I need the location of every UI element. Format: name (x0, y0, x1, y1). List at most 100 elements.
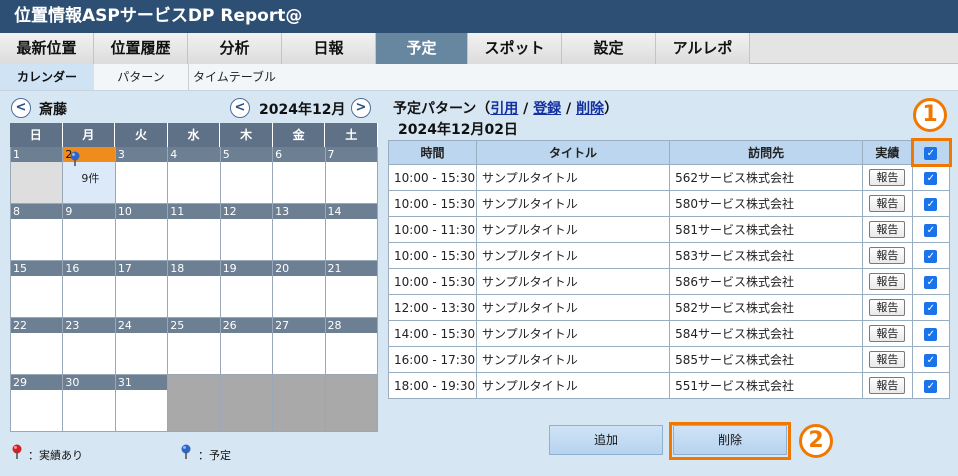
row-time: 12:00 - 13:30 (387, 294, 478, 321)
tab-alrepo[interactable]: アルレポ (656, 33, 750, 64)
pattern-prefix: 予定パターン（ (393, 101, 491, 117)
delete-link[interactable]: 削除 (576, 101, 604, 117)
calendar-day[interactable]: 14 (325, 204, 378, 261)
pattern-title: 予定パターン（引用 / 登録 / 削除） (393, 98, 618, 118)
calendar-day[interactable]: 29 (10, 375, 64, 432)
subtab-pattern[interactable]: パターン (94, 64, 188, 90)
calendar-day[interactable]: 7 (325, 147, 378, 204)
calendar-day[interactable]: 10 (115, 204, 169, 261)
tab-schedule[interactable]: 予定 (376, 33, 468, 64)
weekday-wed: 水 (167, 123, 221, 147)
calendar-day[interactable]: 26 (220, 318, 274, 375)
calendar-day[interactable]: 19 (220, 261, 274, 318)
calendar-day[interactable]: 13 (273, 204, 326, 261)
prev-user-button[interactable]: < (11, 98, 31, 118)
calendar-day[interactable]: 24 (115, 318, 169, 375)
day-cell-events[interactable]: 9件 (63, 151, 115, 203)
day-number: 31 (115, 375, 168, 390)
calendar-day[interactable]: 20 (273, 261, 326, 318)
calendar-day-outside (168, 375, 221, 432)
prev-month-button[interactable]: < (230, 98, 250, 118)
tab-settings[interactable]: 設定 (562, 33, 656, 64)
row-place: 551サービス株式会社 (669, 372, 864, 399)
row-title: サンプルタイトル (476, 164, 671, 191)
row-time: 10:00 - 15:30 (387, 242, 478, 269)
row-select: ✓ (911, 372, 951, 399)
report-button[interactable]: 報告 (869, 351, 906, 368)
day-number: 6 (273, 147, 325, 162)
tab-spot[interactable]: スポット (468, 33, 562, 64)
annotation-marker-2: 2 (799, 424, 833, 458)
report-button[interactable]: 報告 (869, 325, 906, 342)
report-button[interactable]: 報告 (869, 377, 906, 394)
row-title: サンプルタイトル (476, 346, 671, 373)
register-link[interactable]: 登録 (533, 101, 561, 117)
tab-position-history[interactable]: 位置履歴 (94, 33, 188, 64)
cite-link[interactable]: 引用 (490, 101, 518, 117)
row-title: サンプルタイトル (476, 242, 671, 269)
report-button[interactable]: 報告 (869, 195, 906, 212)
row-checkbox[interactable]: ✓ (924, 327, 938, 341)
row-checkbox[interactable]: ✓ (924, 223, 938, 237)
tab-latest-position[interactable]: 最新位置 (0, 33, 94, 64)
calendar-day[interactable]: 3 (115, 147, 169, 204)
table-row: 10:00 - 15:30 サンプルタイトル 583サービス株式会社 報告 ✓ (387, 242, 951, 269)
weekday-header: 日 月 火 水 木 金 土 (10, 123, 379, 147)
subtab-calendar[interactable]: カレンダー (0, 64, 94, 90)
day-number: 25 (168, 318, 220, 333)
calendar-day[interactable]: 28 (325, 318, 378, 375)
calendar-day[interactable]: 5 (220, 147, 274, 204)
subtab-timetable[interactable]: タイムテーブル (188, 64, 280, 90)
main-nav: 最新位置 位置履歴 分析 日報 予定 スポット 設定 アルレポ (0, 33, 958, 64)
day-number: 5 (220, 147, 273, 162)
event-count: 9件 (81, 172, 100, 185)
row-checkbox[interactable]: ✓ (924, 249, 938, 263)
calendar-day[interactable]: 12 (220, 204, 274, 261)
table-row: 10:00 - 11:30 サンプルタイトル 581サービス株式会社 報告 ✓ (387, 216, 951, 243)
report-button[interactable]: 報告 (869, 273, 906, 290)
calendar-day[interactable]: 17 (115, 261, 169, 318)
legend-planned-label: ：予定 (198, 449, 231, 462)
calendar-day[interactable]: 18 (168, 261, 221, 318)
report-button[interactable]: 報告 (869, 299, 906, 316)
row-checkbox[interactable]: ✓ (924, 353, 938, 367)
calendar-day[interactable]: 16 (63, 261, 116, 318)
legend-actual-label: ：実績あり (28, 449, 83, 462)
tab-analysis[interactable]: 分析 (188, 33, 282, 64)
tab-daily-report[interactable]: 日報 (282, 33, 376, 64)
row-select: ✓ (911, 242, 951, 269)
calendar-day[interactable]: 21 (325, 261, 378, 318)
calendar-day[interactable]: 8 (10, 204, 64, 261)
report-button[interactable]: 報告 (869, 169, 906, 186)
next-month-button[interactable]: > (351, 98, 371, 118)
calendar-day[interactable]: 4 (168, 147, 221, 204)
row-select: ✓ (911, 268, 951, 295)
schedule-table: 時間 タイトル 訪問先 実績 ✓ 10:00 - 15:30 サンプルタイトル 56… (387, 140, 951, 399)
calendar-day[interactable]: 6 (273, 147, 326, 204)
row-checkbox[interactable]: ✓ (924, 379, 938, 393)
calendar-day[interactable]: 11 (168, 204, 221, 261)
calendar-day[interactable]: 23 (63, 318, 116, 375)
row-checkbox[interactable]: ✓ (924, 275, 938, 289)
highlight-box-select-all (911, 138, 952, 167)
report-button[interactable]: 報告 (869, 221, 906, 238)
calendar-day[interactable]: 30 (63, 375, 116, 432)
calendar-day[interactable]: 1 (10, 147, 64, 204)
row-checkbox[interactable]: ✓ (924, 171, 938, 185)
row-title: サンプルタイトル (476, 216, 671, 243)
calendar-day[interactable]: 22 (10, 318, 64, 375)
calendar-day[interactable]: 27 (273, 318, 326, 375)
calendar-day[interactable]: 9 (63, 204, 116, 261)
row-place: 584サービス株式会社 (669, 320, 864, 347)
row-checkbox[interactable]: ✓ (924, 301, 938, 315)
row-actual: 報告 (862, 294, 913, 321)
calendar-day[interactable]: 15 (10, 261, 64, 318)
calendar-day[interactable]: 31 (115, 375, 169, 432)
calendar-week: 8 9 10 11 12 13 14 (10, 204, 378, 261)
row-checkbox[interactable]: ✓ (924, 197, 938, 211)
row-place: 581サービス株式会社 (669, 216, 864, 243)
calendar-day-selected[interactable]: 2 9件 (63, 147, 116, 204)
add-button[interactable]: 追加 (549, 425, 663, 455)
report-button[interactable]: 報告 (869, 247, 906, 264)
calendar-day[interactable]: 25 (168, 318, 221, 375)
